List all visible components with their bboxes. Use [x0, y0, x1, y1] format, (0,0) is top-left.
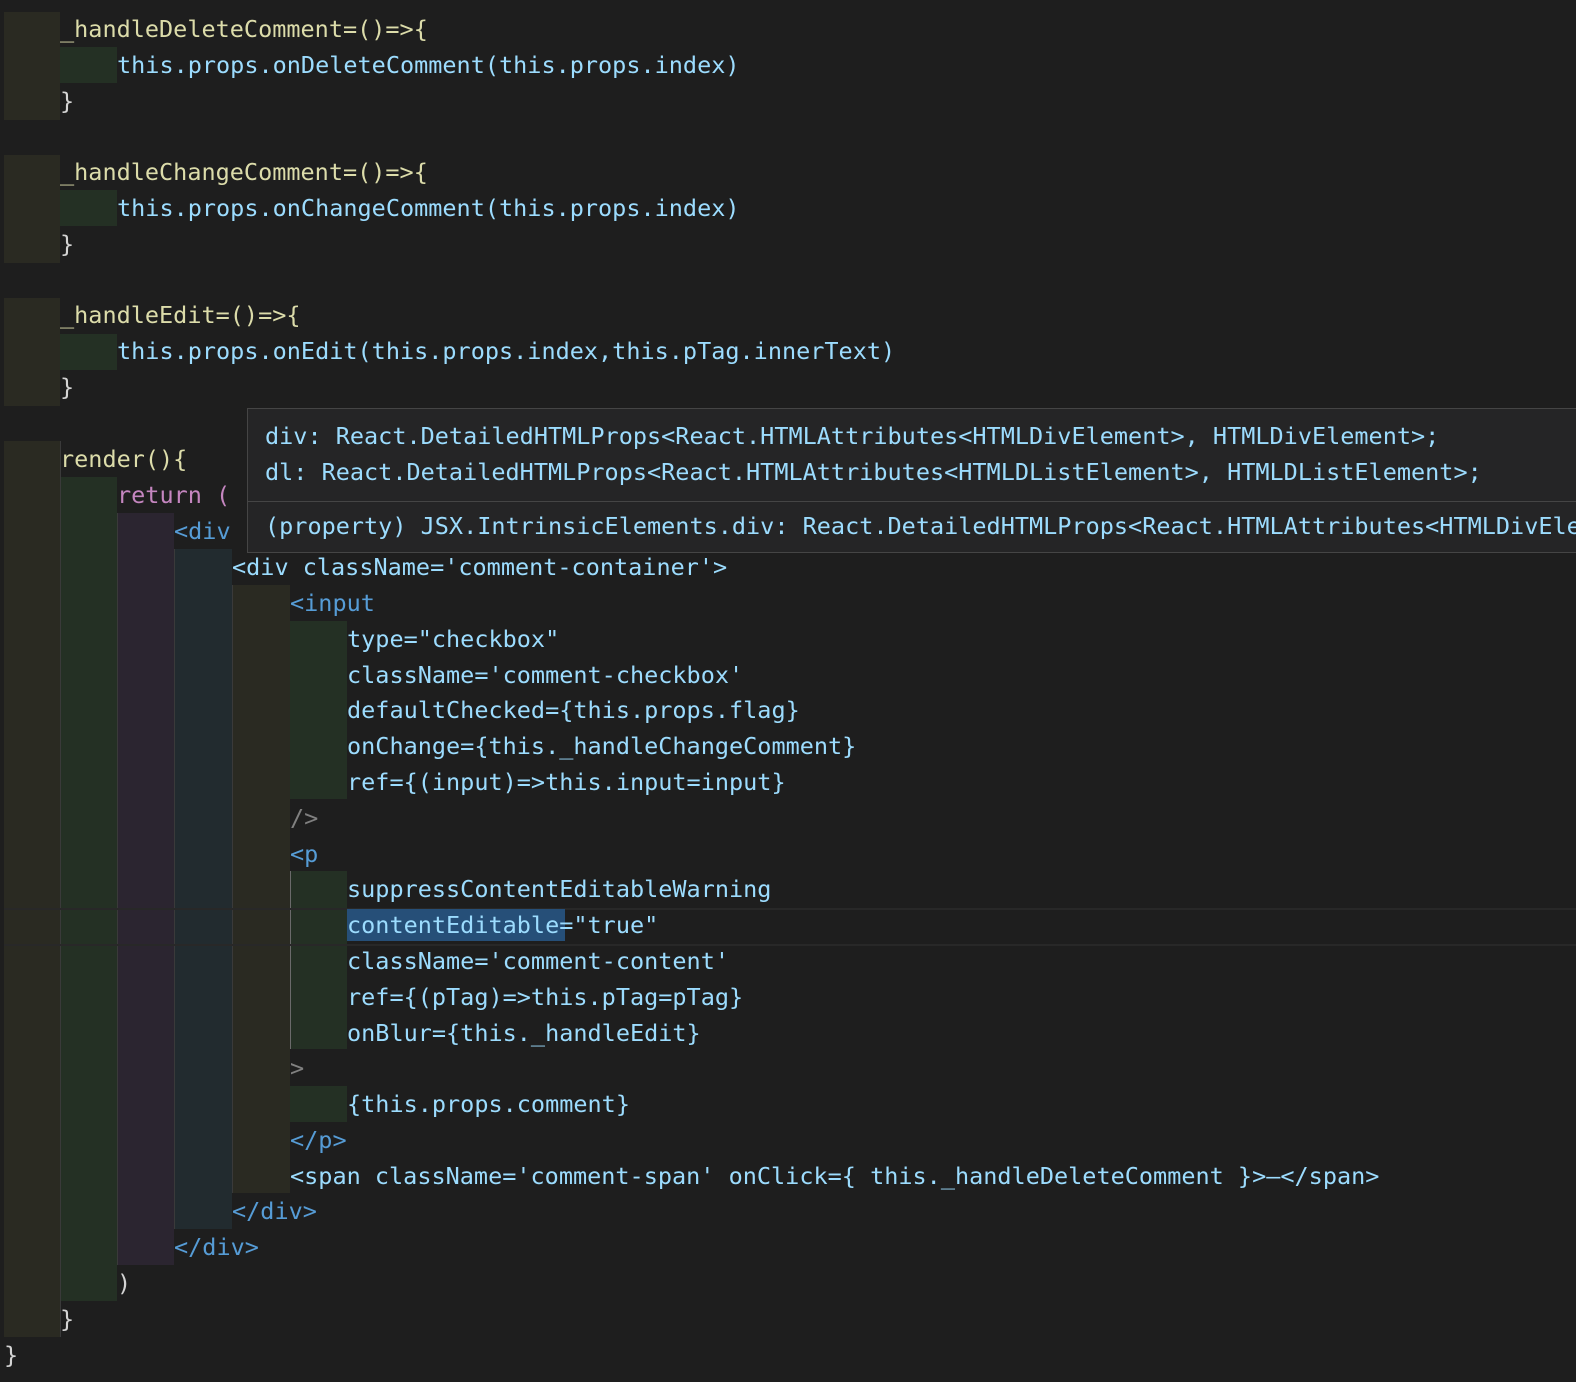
- code-line[interactable]: onChange={this._handleChangeComment}: [4, 728, 856, 764]
- code-text: className='comment-checkbox': [347, 661, 744, 689]
- code-text: <div: [174, 517, 231, 545]
- code-line[interactable]: className='comment-content': [4, 943, 729, 979]
- code-line[interactable]: return (: [4, 477, 230, 513]
- hover-line: (property) JSX.IntrinsicElements.div: Re…: [265, 512, 1576, 540]
- code-text: type="checkbox": [347, 625, 560, 653]
- code-line[interactable]: this.props.onDeleteComment(this.props.in…: [4, 47, 740, 83]
- code-line[interactable]: }: [4, 1337, 18, 1373]
- code-text: ): [117, 1269, 132, 1297]
- code-text: <p: [290, 840, 319, 868]
- code-text: }: [60, 373, 75, 401]
- code-line[interactable]: ref={(input)=>this.input=input}: [4, 764, 786, 800]
- code-line[interactable]: <p: [4, 836, 318, 872]
- code-text: </p>: [290, 1126, 347, 1154]
- code-text: _handleDeleteComment=()=>{: [60, 15, 428, 43]
- code-text: ref={(input)=>this.input=input}: [347, 768, 786, 796]
- code-line[interactable]: }: [4, 83, 74, 119]
- code-line[interactable]: </div>: [4, 1229, 259, 1265]
- hover-line: dl: React.DetailedHTMLProps<React.HTMLAt…: [265, 458, 1482, 486]
- code-text: this.props.onChangeComment(this.props.in…: [117, 194, 740, 222]
- code-line[interactable]: this.props.onChangeComment(this.props.in…: [4, 190, 740, 226]
- code-editor[interactable]: _handleDeleteComment=()=>{ this.props.on…: [0, 0, 1576, 1382]
- code-line[interactable]: _handleEdit=()=>{: [4, 297, 301, 333]
- code-line[interactable]: className='comment-checkbox': [4, 657, 743, 693]
- code-text: {this.props.comment}: [347, 1090, 630, 1118]
- hover-tooltip: div: React.DetailedHTMLProps<React.HTMLA…: [247, 408, 1576, 553]
- code-text: }: [60, 230, 75, 258]
- code-line[interactable]: type="checkbox": [4, 621, 559, 657]
- code-text: }: [4, 1341, 19, 1369]
- code-text: onBlur={this._handleEdit}: [347, 1019, 701, 1047]
- hover-line: div: React.DetailedHTMLProps<React.HTMLA…: [265, 422, 1440, 450]
- code-text: <span className='comment-span' onClick={…: [290, 1162, 1380, 1190]
- code-text: >: [290, 1054, 305, 1082]
- code-text: this.props.onDeleteComment(this.props.in…: [117, 51, 740, 79]
- code-text: ref={(pTag)=>this.pTag=pTag}: [347, 983, 744, 1011]
- code-text: contentEditable="true": [347, 911, 659, 939]
- code-text: render(){: [60, 445, 188, 473]
- code-line[interactable]: _handleDeleteComment=()=>{: [4, 11, 428, 47]
- code-text: _handleEdit=()=>{: [60, 301, 301, 329]
- code-text: return (: [117, 481, 231, 509]
- code-line[interactable]: </p>: [4, 1122, 347, 1158]
- code-line[interactable]: this.props.onEdit(this.props.index,this.…: [4, 333, 895, 369]
- code-line[interactable]: <div: [4, 513, 231, 549]
- code-line[interactable]: }: [4, 226, 74, 262]
- code-text: </div>: [232, 1197, 317, 1225]
- code-text: </div>: [174, 1233, 259, 1261]
- code-text: }: [60, 87, 75, 115]
- code-text: _handleChangeComment=()=>{: [60, 158, 428, 186]
- code-line[interactable]: onBlur={this._handleEdit}: [4, 1015, 701, 1051]
- code-line[interactable]: <input: [4, 585, 375, 621]
- code-line[interactable]: ): [4, 1265, 131, 1301]
- code-line[interactable]: _handleChangeComment=()=>{: [4, 154, 428, 190]
- code-line[interactable]: <div className='comment-container'>: [4, 549, 727, 585]
- code-text: />: [290, 804, 319, 832]
- hover-signature: div: React.DetailedHTMLProps<React.HTMLA…: [248, 409, 1576, 502]
- code-line[interactable]: }: [4, 1301, 74, 1337]
- code-line[interactable]: }: [4, 369, 74, 405]
- code-line[interactable]: {this.props.comment}: [4, 1086, 630, 1122]
- code-text: defaultChecked={this.props.flag}: [347, 696, 800, 724]
- code-line[interactable]: </div>: [4, 1193, 317, 1229]
- code-text: onChange={this._handleChangeComment}: [347, 732, 857, 760]
- code-text: <input: [290, 589, 375, 617]
- code-line-active[interactable]: contentEditable="true": [4, 907, 658, 943]
- code-line[interactable]: <span className='comment-span' onClick={…: [4, 1158, 1379, 1194]
- code-text: className='comment-content': [347, 947, 730, 975]
- code-line[interactable]: />: [4, 800, 318, 836]
- code-text: suppressContentEditableWarning: [347, 875, 772, 903]
- code-line[interactable]: suppressContentEditableWarning: [4, 871, 771, 907]
- code-line[interactable]: render(){: [4, 441, 187, 477]
- code-text: }: [60, 1305, 75, 1333]
- code-line[interactable]: ref={(pTag)=>this.pTag=pTag}: [4, 979, 743, 1015]
- code-line[interactable]: defaultChecked={this.props.flag}: [4, 692, 800, 728]
- code-text: <div className='comment-container'>: [232, 553, 728, 581]
- code-line[interactable]: >: [4, 1050, 304, 1086]
- code-text: this.props.onEdit(this.props.index,this.…: [117, 337, 896, 365]
